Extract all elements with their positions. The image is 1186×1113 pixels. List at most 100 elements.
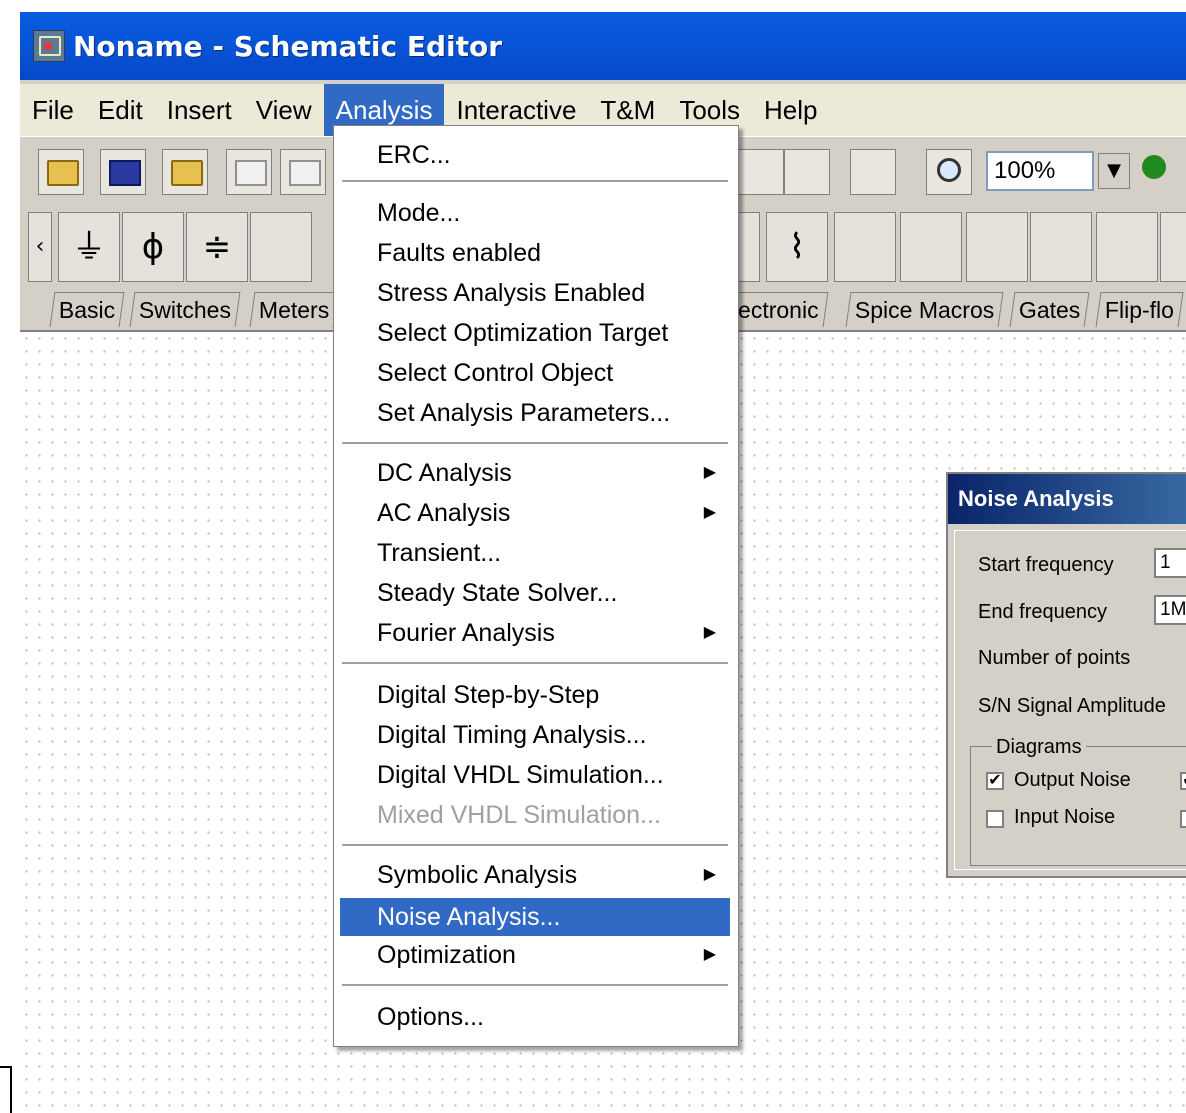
input-noise-label: Input Noise: [1014, 806, 1116, 828]
save-button[interactable]: [100, 149, 146, 195]
menu-item-digital-timing[interactable]: Digital Timing Analysis...: [340, 716, 730, 754]
number-of-points-label: Number of points: [978, 647, 1131, 669]
zoom-button[interactable]: [926, 149, 972, 195]
menu-separator: [342, 844, 728, 847]
tab-switches[interactable]: Switches: [129, 292, 241, 327]
dc-status-icon[interactable]: [1142, 155, 1166, 179]
menu-item-faults-label: Faults enabled: [377, 239, 542, 267]
copy-icon: [235, 160, 267, 186]
battery-component[interactable]: ≑: [186, 212, 248, 282]
component-4[interactable]: [250, 212, 312, 282]
diagram-checkbox-4[interactable]: [1180, 810, 1186, 828]
tab-flip-flops[interactable]: Flip-flo: [1095, 292, 1184, 327]
copy-button[interactable]: [226, 149, 272, 195]
wire-button[interactable]: [738, 149, 784, 195]
tab-gates[interactable]: Gates: [1009, 292, 1090, 327]
menu-item-transient-label: Transient...: [377, 539, 502, 567]
menu-file[interactable]: File: [20, 84, 86, 136]
lamp-component[interactable]: [1030, 212, 1092, 282]
menu-item-stress-label: Stress Analysis Enabled: [377, 279, 646, 307]
tab-meters[interactable]: Meters: [249, 292, 339, 327]
submenu-arrow-icon: ▶: [703, 866, 716, 883]
menu-item-noise-label: Noise Analysis...: [377, 903, 561, 931]
folder-icon: [171, 160, 203, 186]
tab-spice-macros[interactable]: Spice Macros: [845, 292, 1004, 327]
menu-item-stress[interactable]: Stress Analysis Enabled: [340, 274, 730, 312]
input-noise-checkbox[interactable]: [986, 810, 1004, 828]
zoom-level-field[interactable]: 100%: [986, 151, 1094, 191]
menu-item-symbolic-label: Symbolic Analysis: [377, 861, 578, 889]
diagrams-label: Diagrams: [992, 736, 1086, 759]
ground-component[interactable]: ⏚: [58, 212, 120, 282]
menu-help[interactable]: Help: [752, 84, 829, 136]
menu-item-digital-step[interactable]: Digital Step-by-Step: [340, 676, 730, 714]
tab-flip-flops-label: Flip-flo: [1104, 297, 1174, 323]
scroll-left-icon[interactable]: ‹: [28, 212, 52, 282]
menu-item-digital-vhdl[interactable]: Digital VHDL Simulation...: [340, 756, 730, 794]
menu-item-optimization[interactable]: Optimization ▶: [340, 936, 730, 974]
menu-item-optimization-label: Optimization: [377, 941, 516, 969]
open-button[interactable]: [38, 149, 84, 195]
menu-item-control-object[interactable]: Select Control Object: [340, 354, 730, 392]
menu-item-ac-analysis[interactable]: AC Analysis ▶: [340, 494, 730, 532]
menu-item-steady-label: Steady State Solver...: [377, 579, 618, 607]
menu-item-set-params[interactable]: Set Analysis Parameters...: [340, 394, 730, 432]
menu-item-mode[interactable]: Mode...: [340, 194, 730, 232]
menu-item-steady-state[interactable]: Steady State Solver...: [340, 574, 730, 612]
submenu-arrow-icon: ▶: [703, 464, 716, 481]
menu-item-options-label: Options...: [377, 1003, 484, 1031]
folder-open-icon: [47, 160, 79, 186]
component-cut[interactable]: [1160, 212, 1186, 282]
submenu-arrow-icon: ▶: [703, 946, 716, 963]
menu-insert[interactable]: Insert: [155, 84, 244, 136]
menu-item-symbolic[interactable]: Symbolic Analysis ▶: [340, 856, 730, 894]
menu-edit[interactable]: Edit: [86, 84, 155, 136]
open-macro-button[interactable]: [162, 149, 208, 195]
submenu-arrow-icon: ▶: [703, 624, 716, 641]
zoom-dropdown-arrow[interactable]: ▼: [1098, 153, 1130, 189]
tab-switches-label: Switches: [138, 297, 231, 323]
diagram-checkbox-2[interactable]: ✔: [1180, 772, 1186, 790]
capacitor-component[interactable]: [834, 212, 896, 282]
menu-item-dc-analysis[interactable]: DC Analysis ▶: [340, 454, 730, 492]
paste-button[interactable]: [280, 149, 326, 195]
menu-item-fourier-label: Fourier Analysis: [377, 619, 555, 647]
tab-basic[interactable]: Basic: [49, 292, 125, 327]
noise-analysis-dialog: Noise Analysis Start frequency 1 End fre…: [946, 472, 1186, 878]
menu-item-noise-analysis[interactable]: Noise Analysis...: [340, 898, 730, 936]
cross-button[interactable]: [784, 149, 830, 195]
title-bar[interactable]: Noname - Schematic Editor: [20, 12, 1186, 80]
menu-item-faults[interactable]: Faults enabled: [340, 234, 730, 272]
output-noise-label: Output Noise: [1014, 769, 1131, 791]
submenu-arrow-icon: ▶: [703, 504, 716, 521]
menu-view[interactable]: View: [244, 84, 324, 136]
menu-item-digital-timing-label: Digital Timing Analysis...: [377, 721, 647, 749]
start-frequency-input[interactable]: 1: [1154, 548, 1186, 578]
tab-electronic[interactable]: lectronic: [723, 292, 829, 327]
menu-item-erc[interactable]: ERC...: [340, 136, 730, 174]
tab-gates-label: Gates: [1018, 297, 1081, 323]
output-noise-checkbox[interactable]: ✔: [986, 772, 1004, 790]
source-component[interactable]: ϕ: [122, 212, 184, 282]
menu-separator: [342, 180, 728, 183]
transformer-component[interactable]: [966, 212, 1028, 282]
menu-item-fourier[interactable]: Fourier Analysis ▶: [340, 614, 730, 652]
resistor-component[interactable]: ⌇: [766, 212, 828, 282]
diode-component[interactable]: [1096, 212, 1158, 282]
menu-separator: [342, 662, 728, 665]
floppy-disk-icon: [109, 160, 141, 186]
end-frequency-label: End frequency: [978, 601, 1107, 623]
inductor-component[interactable]: [900, 212, 962, 282]
menu-item-opt-target[interactable]: Select Optimization Target: [340, 314, 730, 352]
end-frequency-input[interactable]: 1M: [1154, 595, 1186, 625]
app-icon: [33, 30, 65, 62]
crop-mark: [0, 1066, 12, 1113]
dialog-title[interactable]: Noise Analysis: [948, 474, 1186, 524]
menu-item-options[interactable]: Options...: [340, 998, 730, 1036]
grid-button[interactable]: [850, 149, 896, 195]
tab-basic-label: Basic: [58, 297, 116, 323]
menu-item-mode-label: Mode...: [377, 199, 461, 227]
menu-item-ac-label: AC Analysis: [377, 499, 511, 527]
magnifier-icon: [937, 158, 961, 182]
menu-item-transient[interactable]: Transient...: [340, 534, 730, 572]
